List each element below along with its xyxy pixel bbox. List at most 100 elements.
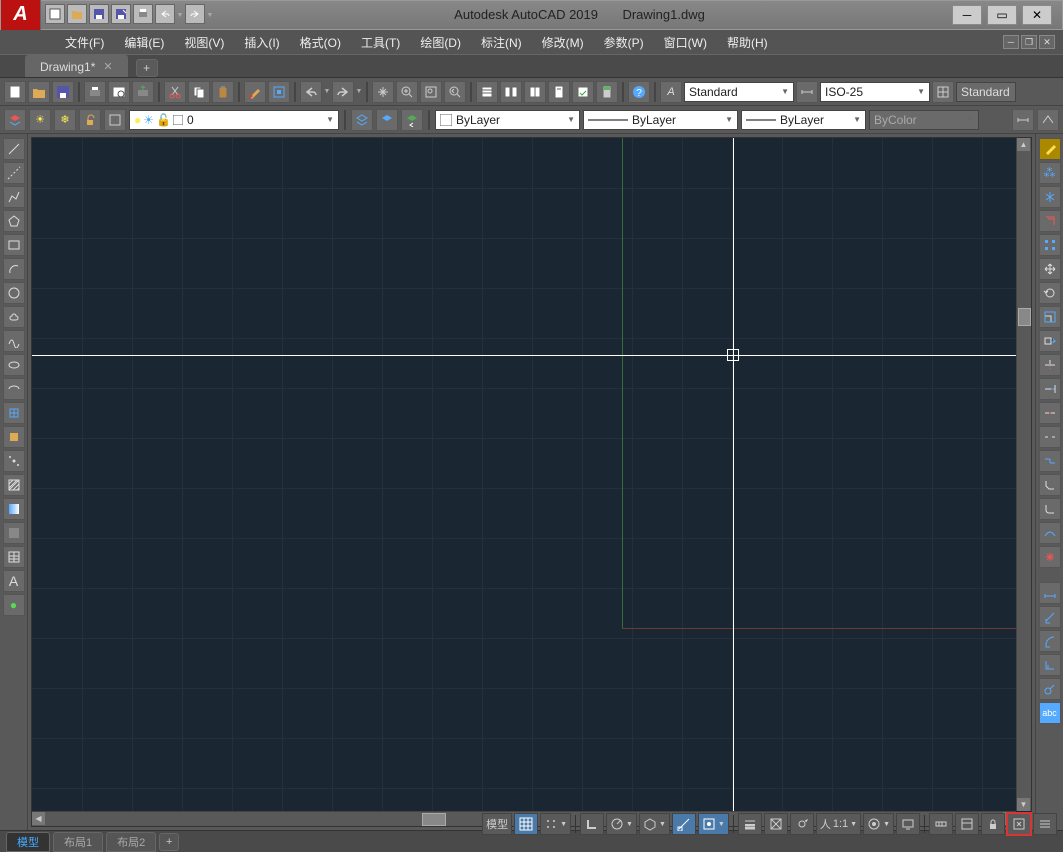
text-style-combo[interactable]: Standard▼ [684, 82, 794, 102]
polyline-icon[interactable] [3, 186, 25, 208]
vertical-scrollbar[interactable]: ▲ ▼ [1016, 138, 1031, 811]
trim-icon[interactable] [1039, 354, 1061, 376]
copy-icon[interactable] [188, 81, 210, 103]
sheet-set-icon[interactable] [548, 81, 570, 103]
redo-dropdown[interactable]: ▼ [356, 81, 362, 103]
paste-icon[interactable] [212, 81, 234, 103]
table-style-icon[interactable] [932, 81, 954, 103]
construction-line-icon[interactable] [3, 162, 25, 184]
array-icon[interactable] [1039, 234, 1061, 256]
dim-arc-icon[interactable] [1039, 630, 1061, 652]
polar-toggle-icon[interactable]: ▼ [606, 813, 637, 835]
layer-state-icon[interactable] [351, 109, 373, 131]
add-selected-icon[interactable]: ● [3, 594, 25, 616]
blend-icon[interactable] [1039, 522, 1061, 544]
layer-properties-icon[interactable] [4, 109, 26, 131]
maximize-button[interactable]: ▭ [987, 5, 1017, 25]
qat-open-icon[interactable] [67, 4, 87, 24]
cycling-icon[interactable] [790, 813, 814, 835]
annotation-monitor-icon[interactable] [896, 813, 920, 835]
scroll-left-icon[interactable]: ◀ [32, 812, 45, 825]
dim-linear-icon[interactable] [1039, 582, 1061, 604]
annotation-scale-button[interactable]: 人1:1▼ [816, 813, 861, 835]
doc-close-button[interactable]: ✕ [1039, 35, 1055, 49]
properties-icon[interactable] [476, 81, 498, 103]
layout2-tab[interactable]: 布局2 [106, 832, 156, 852]
quick-properties-icon[interactable] [955, 813, 979, 835]
revision-cloud-icon[interactable] [3, 306, 25, 328]
layer-color-icon[interactable] [104, 109, 126, 131]
rotate-icon[interactable] [1039, 282, 1061, 304]
file-tab-add-button[interactable]: + [136, 59, 158, 77]
insert-block-icon[interactable] [3, 402, 25, 424]
make-block-icon[interactable] [3, 426, 25, 448]
open-icon[interactable] [28, 81, 50, 103]
qat-new-icon[interactable] [45, 4, 65, 24]
hscroll-thumb[interactable] [422, 813, 446, 826]
dim-ordinate-icon[interactable] [1039, 654, 1061, 676]
fillet-icon[interactable] [1039, 498, 1061, 520]
snap-toggle-icon[interactable]: ▼ [540, 813, 571, 835]
qat-redo-dropdown[interactable]: ▼ [207, 4, 213, 26]
ellipse-icon[interactable] [3, 354, 25, 376]
explode-icon[interactable] [1039, 546, 1061, 568]
workspace-icon[interactable]: ▼ [863, 813, 894, 835]
markup-icon[interactable] [572, 81, 594, 103]
break-icon[interactable] [1039, 426, 1061, 448]
cut-icon[interactable] [164, 81, 186, 103]
zoom-previous-icon[interactable] [444, 81, 466, 103]
qat-undo-icon[interactable] [155, 4, 175, 24]
qat-redo-icon[interactable] [185, 4, 205, 24]
mtext-icon[interactable]: A [3, 570, 25, 592]
polygon-icon[interactable] [3, 210, 25, 232]
color-combo[interactable]: ByLayer ▼ [435, 110, 580, 130]
layer-iso-icon[interactable] [376, 109, 398, 131]
linetype-combo[interactable]: ByLayer ▼ [583, 110, 738, 130]
line-icon[interactable] [3, 138, 25, 160]
plot-icon[interactable] [84, 81, 106, 103]
table-style-combo[interactable]: Standard [956, 82, 1016, 102]
scroll-down-icon[interactable]: ▼ [1017, 798, 1030, 811]
menu-parametric[interactable]: 参数(P) [594, 30, 654, 55]
units-icon[interactable] [929, 813, 953, 835]
gradient-icon[interactable] [3, 498, 25, 520]
layout-add-button[interactable]: + [159, 833, 179, 851]
new-icon[interactable] [4, 81, 26, 103]
menu-edit[interactable]: 编辑(E) [114, 30, 174, 55]
design-center-icon[interactable] [500, 81, 522, 103]
layer-lock-icon[interactable] [79, 109, 101, 131]
lineweight-toggle-icon[interactable] [738, 813, 762, 835]
qat-saveas-icon[interactable] [111, 4, 131, 24]
transparency-icon[interactable] [764, 813, 788, 835]
menu-help[interactable]: 帮助(H) [717, 30, 778, 55]
layer-on-icon[interactable]: ☀ [29, 109, 51, 131]
zoom-window-icon[interactable] [420, 81, 442, 103]
plot-preview-icon[interactable] [108, 81, 130, 103]
doc-restore-button[interactable]: ❐ [1021, 35, 1037, 49]
osnap-settings-icon[interactable]: ▼ [698, 813, 729, 835]
qat-save-icon[interactable] [89, 4, 109, 24]
circle-icon[interactable] [3, 282, 25, 304]
menu-window[interactable]: 窗口(W) [654, 30, 717, 55]
osnap-toggle-icon[interactable] [672, 813, 696, 835]
model-space-button[interactable]: 模型 [482, 813, 512, 835]
join-icon[interactable] [1039, 450, 1061, 472]
menu-draw[interactable]: 绘图(D) [410, 30, 471, 55]
ortho-toggle-icon[interactable] [580, 813, 604, 835]
menu-file[interactable]: 文件(F) [55, 30, 114, 55]
help-icon[interactable]: ? [628, 81, 650, 103]
lock-ui-icon[interactable] [981, 813, 1005, 835]
app-logo[interactable]: A [1, 0, 41, 30]
region-icon[interactable] [3, 522, 25, 544]
file-tab-close-icon[interactable]: ✕ [103, 60, 112, 73]
undo-icon[interactable] [300, 81, 322, 103]
customize-icon[interactable] [1033, 813, 1057, 835]
layer-prev-icon[interactable] [401, 109, 423, 131]
stretch-icon[interactable] [1039, 330, 1061, 352]
linear-dim-icon[interactable] [1012, 109, 1034, 131]
close-button[interactable]: ✕ [1022, 5, 1052, 25]
move-icon[interactable] [1039, 258, 1061, 280]
hatch-icon[interactable] [3, 474, 25, 496]
dim-style-combo[interactable]: ISO-25▼ [820, 82, 930, 102]
mirror-icon[interactable] [1039, 186, 1061, 208]
